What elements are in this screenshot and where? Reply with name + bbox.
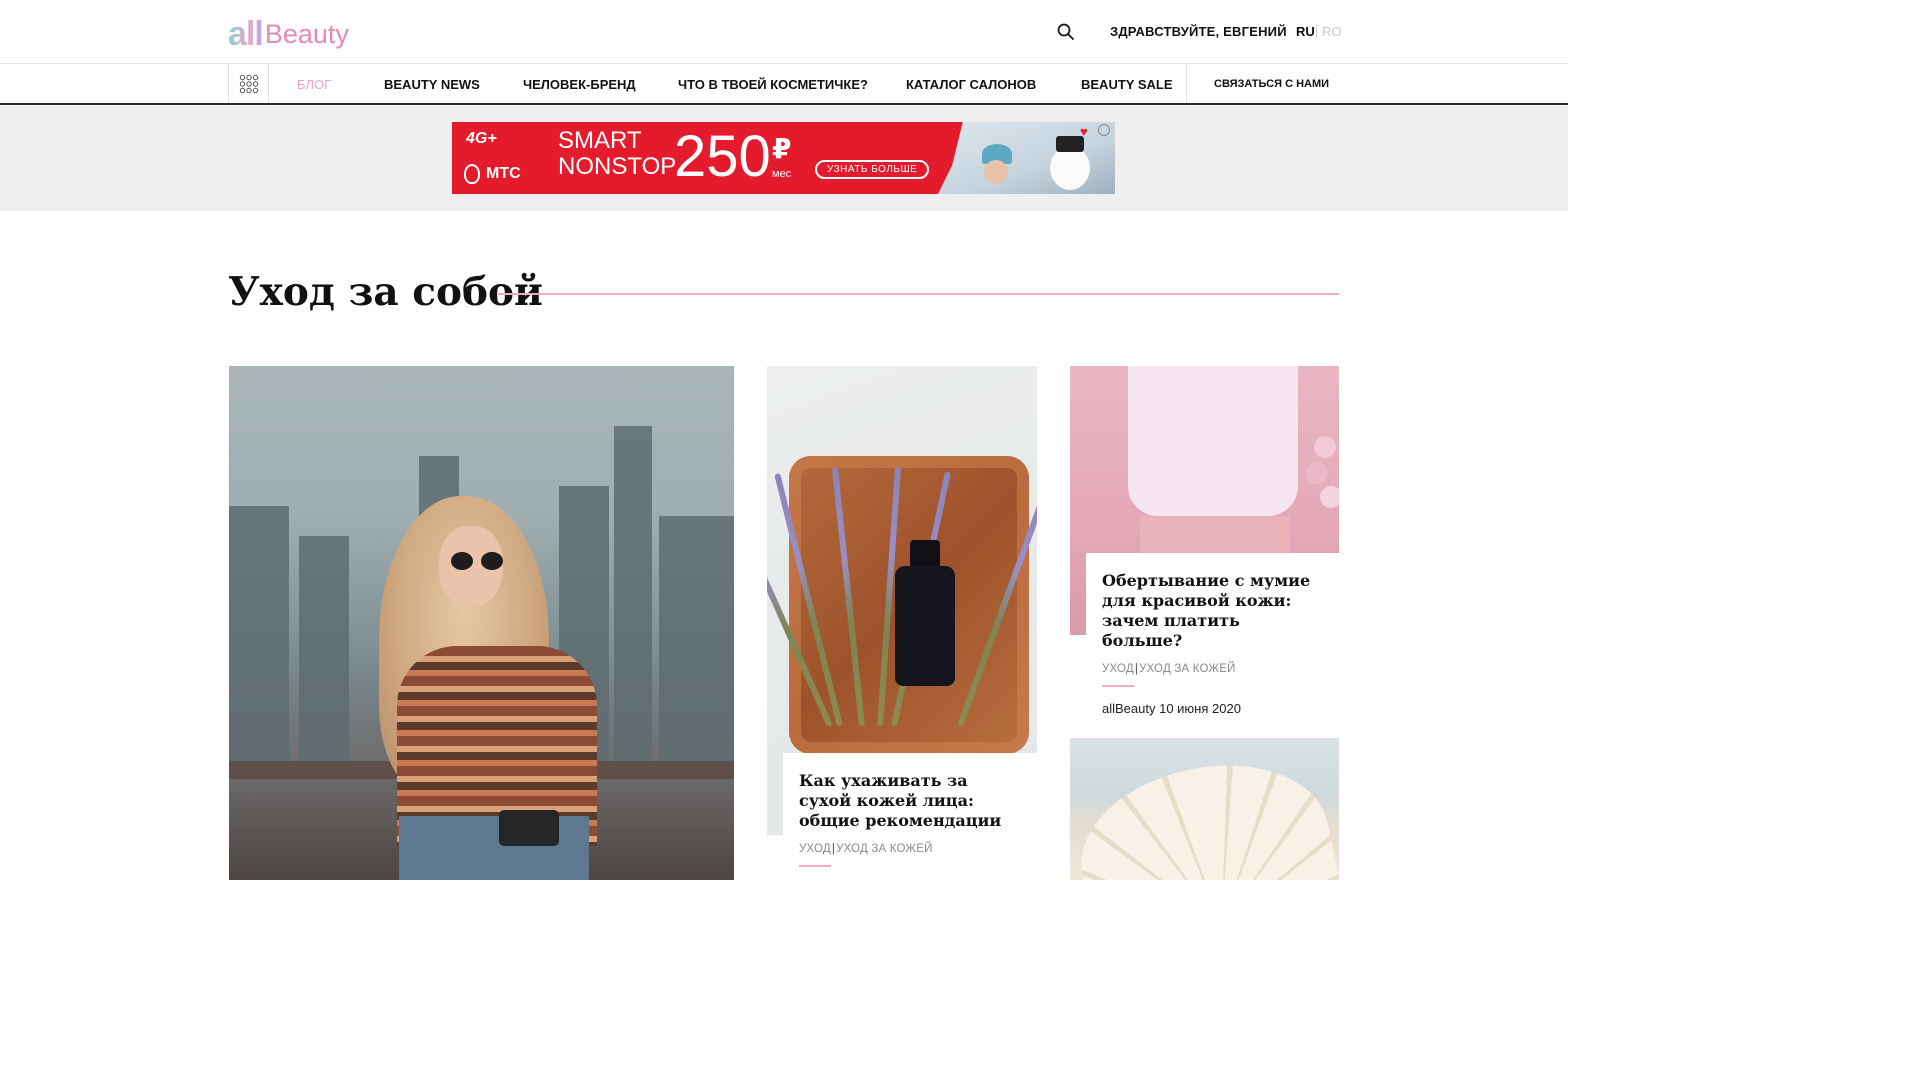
ad-line2: NONSTOP — [558, 153, 677, 180]
ad-band: 4G+ МТС SMART NONSTOP 250 ₽ мес УЗНАТЬ Б… — [0, 106, 1568, 211]
ad-brand-name: МТС — [486, 165, 521, 182]
hero-camera — [499, 810, 559, 846]
nav-item-beauty-sale[interactable]: BEAUTY SALE — [1081, 77, 1173, 92]
nav-item-person-brand[interactable]: ЧЕЛОВЕК-БРЕНД — [523, 77, 636, 92]
nav-divider — [1186, 64, 1187, 103]
ad-price: 250 — [674, 124, 771, 189]
nav-item-blog[interactable]: БЛОГ — [297, 77, 331, 92]
oil-bottle — [895, 566, 955, 686]
flower — [1314, 436, 1336, 458]
lang-ru-link[interactable]: RU — [1296, 24, 1315, 39]
category-link[interactable]: УХОД — [1102, 663, 1134, 675]
article-categories: УХОД|УХОД ЗА КОЖЕЙ — [799, 843, 1021, 855]
hero-building — [229, 506, 289, 766]
category-link[interactable]: УХОД ЗА КОЖЕЙ — [1139, 663, 1236, 675]
site-header: all Beauty ЗДРАВСТВУЙТЕ, ЕВГЕНИЙ RU RO — [0, 0, 1568, 64]
accent-line — [799, 865, 831, 867]
nav-item-cosmetic-bag[interactable]: ЧТО В ТВОЕЙ КОСМЕТИЧКЕ? — [678, 77, 868, 92]
search-icon[interactable] — [1056, 22, 1076, 42]
nav-item-salon-catalog[interactable]: КАТАЛОГ САЛОНОВ — [906, 77, 1036, 92]
flower — [1320, 486, 1339, 508]
hero-article-image[interactable] — [229, 366, 734, 880]
hero-building — [659, 516, 734, 766]
ad-headline: SMART NONSTOP — [558, 128, 676, 180]
lang-separator — [1316, 25, 1317, 38]
hero-sunglasses — [481, 552, 503, 570]
logo-all-text: all — [228, 15, 264, 53]
mts-egg-icon — [464, 164, 480, 184]
section-title-rule — [498, 293, 1339, 295]
article-meta: allBeauty 10 июня 2020 — [1102, 701, 1241, 716]
article-title[interactable]: Как ухаживать за сухой кожей лица: общие… — [799, 771, 1021, 831]
nav-item-beauty-news[interactable]: BEAUTY NEWS — [384, 77, 480, 92]
flower — [1306, 462, 1328, 484]
site-logo[interactable]: all Beauty — [228, 10, 349, 54]
article-categories: УХОД|УХОД ЗА КОЖЕЙ — [1102, 663, 1323, 675]
article-image-umbrella[interactable] — [1070, 738, 1339, 880]
logo-beauty-text: Beauty — [264, 19, 349, 49]
ad-banner[interactable]: 4G+ МТС SMART NONSTOP 250 ₽ мес УЗНАТЬ Б… — [452, 122, 1115, 194]
ad-photo-face — [984, 160, 1008, 184]
ad-line1: SMART — [558, 127, 642, 154]
category-separator: | — [831, 843, 836, 855]
article-card-mumie-wrap: Обертывание с мумие для красивой кожи: з… — [1086, 553, 1339, 716]
chat-icon[interactable] — [1098, 124, 1110, 136]
ad-period: мес — [772, 168, 792, 180]
white-top — [1128, 366, 1298, 516]
category-link[interactable]: УХОД — [799, 843, 831, 855]
beach-umbrella — [1070, 743, 1339, 880]
ad-currency: ₽ — [772, 133, 792, 164]
hero-building — [614, 426, 652, 766]
heart-icon[interactable]: ♥ — [1080, 124, 1088, 139]
accent-line — [1102, 685, 1134, 687]
ad-cta-button[interactable]: УЗНАТЬ БОЛЬШЕ — [815, 160, 930, 179]
ad-network-label: 4G+ — [466, 130, 497, 147]
ad-brand: МТС — [464, 164, 521, 184]
article-card-dry-skin: Как ухаживать за сухой кожей лица: общие… — [783, 753, 1037, 880]
lang-ro-link[interactable]: RO — [1322, 24, 1342, 39]
ad-photo — [938, 122, 1115, 194]
category-separator: | — [1134, 663, 1139, 675]
section-title: Уход за собой — [228, 269, 543, 315]
user-greeting[interactable]: ЗДРАВСТВУЙТЕ, ЕВГЕНИЙ — [1110, 24, 1287, 39]
grid-menu-icon[interactable] — [228, 64, 269, 103]
ad-photo-snowman — [1050, 146, 1090, 190]
category-link[interactable]: УХОД ЗА КОЖЕЙ — [836, 843, 933, 855]
hero-building — [299, 536, 349, 766]
article-title[interactable]: Обертывание с мумие для красивой кожи: з… — [1102, 571, 1323, 651]
hero-sunglasses — [451, 552, 473, 570]
contact-us-link[interactable]: СВЯЗАТЬСЯ С НАМИ — [1214, 78, 1329, 90]
main-nav: БЛОГ BEAUTY NEWS ЧЕЛОВЕК-БРЕНД ЧТО В ТВО… — [0, 64, 1568, 105]
hero-jeans — [399, 816, 589, 880]
